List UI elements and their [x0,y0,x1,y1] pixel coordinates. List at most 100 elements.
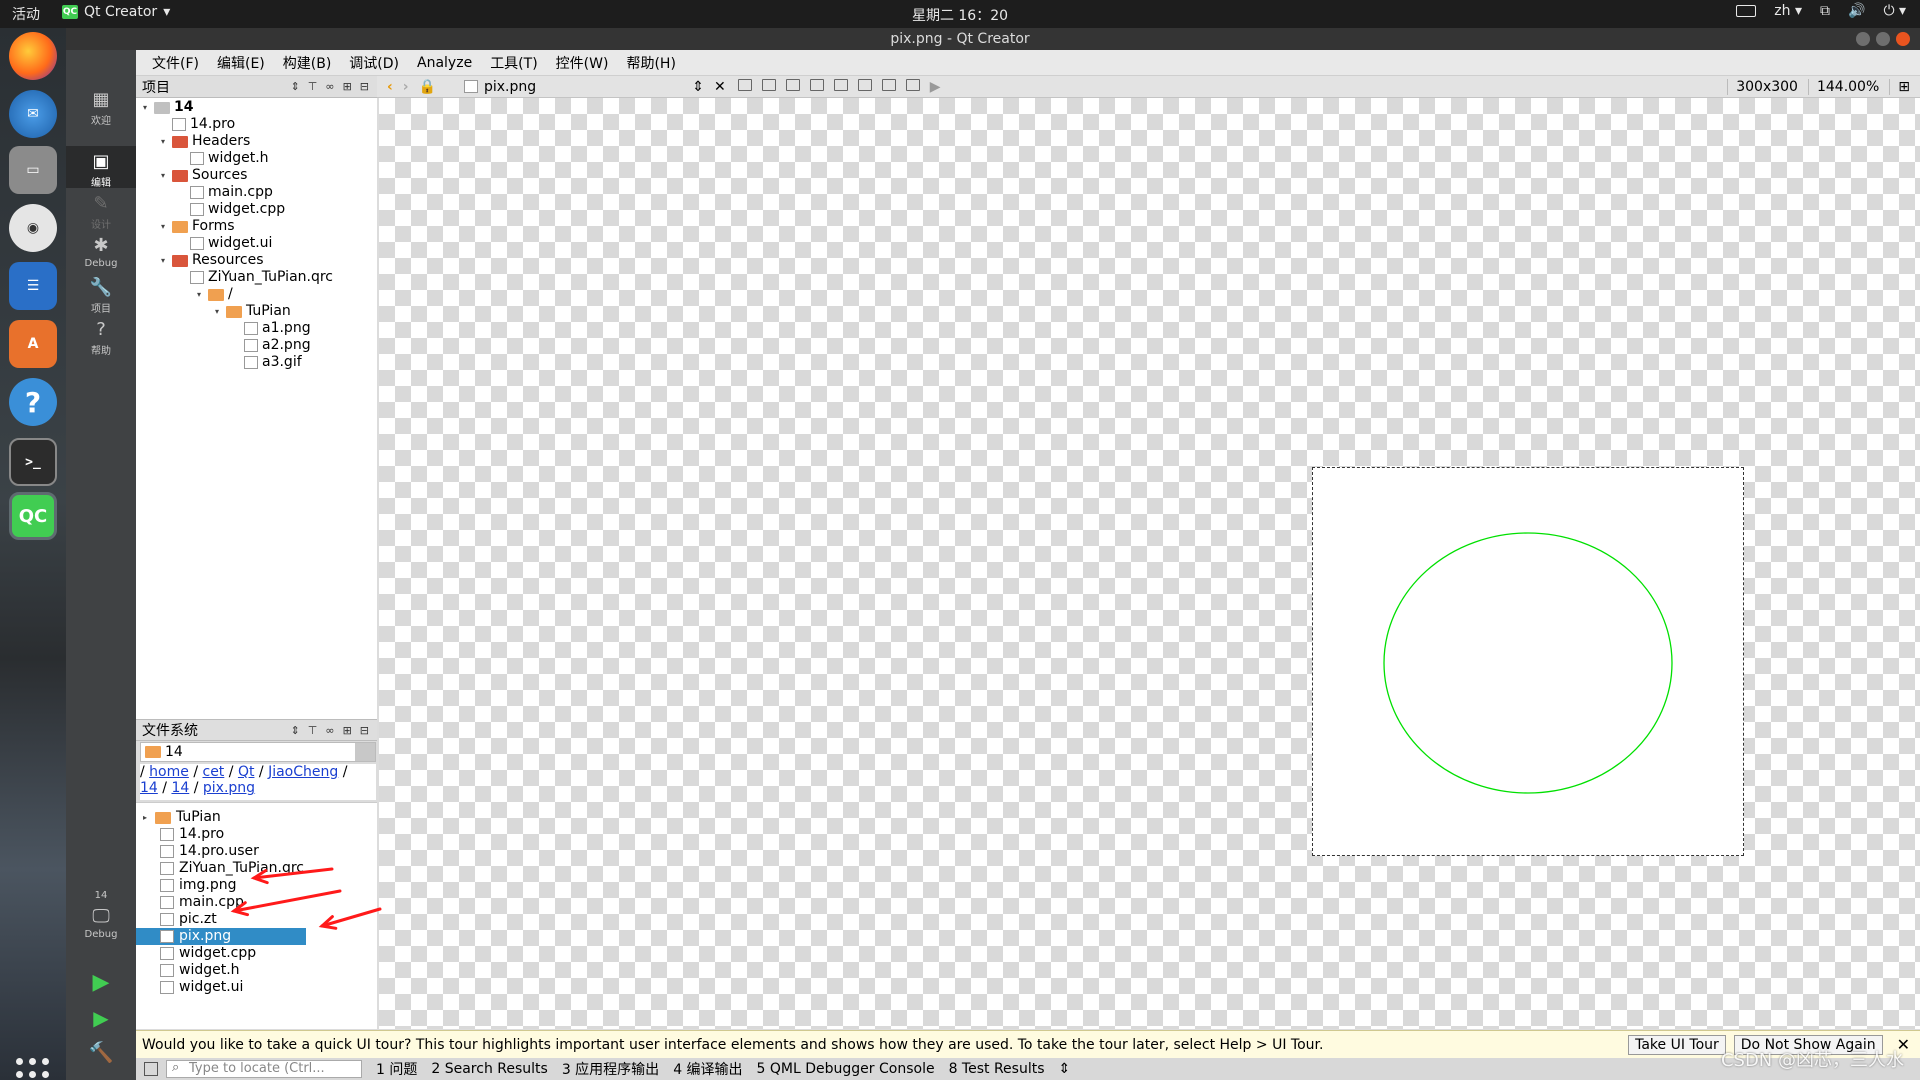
output-pane-qml-console[interactable]: 5 QML Debugger Console [757,1061,935,1077]
filesystem-pane-title[interactable]: 文件系统 [142,720,198,740]
tree-item[interactable]: ▾ 14 [140,99,194,116]
mode-help[interactable]: ? 帮助 [66,314,136,357]
outline-icon[interactable] [809,78,824,91]
export-icon[interactable] [737,78,752,91]
breadcrumb-link[interactable]: cet [203,764,225,780]
keyboard-icon[interactable] [1736,5,1757,17]
menu-tools[interactable]: 工具(T) [488,51,539,75]
menu-widgets[interactable]: 控件(W) [554,51,611,75]
open-documents-combo[interactable]: pix.png ⇕ [464,79,704,95]
split-icon[interactable]: ⊞ [343,80,352,93]
fs-item[interactable]: main.cpp [136,894,377,911]
fs-item[interactable]: widget.h [136,962,377,979]
output-pane-issues[interactable]: 1 问题 [376,1059,417,1079]
expand-arrow-icon[interactable]: ▾ [140,99,150,116]
mode-debug[interactable]: ✱ Debug [66,230,136,272]
take-ui-tour-button[interactable]: Take UI Tour [1628,1034,1726,1055]
output-pane-compile[interactable]: 4 编译输出 [673,1059,742,1079]
clock[interactable]: 星期二 16：20 [0,5,1920,25]
projects-pane-title[interactable]: 项目 [142,77,170,97]
expand-arrow-icon[interactable]: ▾ [212,303,222,320]
expand-arrow-icon[interactable]: ▾ [158,218,168,235]
fs-item[interactable]: widget.cpp [136,945,377,962]
expand-arrow-icon[interactable]: ▾ [158,133,168,150]
go-forward-icon[interactable]: › [403,79,409,95]
input-method[interactable]: zh ▾ [1774,3,1802,19]
tree-item[interactable]: a2.png [230,337,311,354]
combo-button[interactable] [355,743,375,761]
toggle-sidebar-icon[interactable] [144,1062,158,1076]
fs-item[interactable]: img.png [136,877,377,894]
split-editor-icon[interactable]: ⊞ [1889,78,1910,95]
fs-root-combo[interactable]: 14 [140,742,376,762]
expand-arrow-icon[interactable]: ▾ [158,252,168,269]
zoom-out-icon[interactable] [857,78,872,91]
files-icon[interactable]: ▭ [9,146,57,194]
link-icon[interactable]: ∞ [325,724,334,737]
fs-item[interactable]: pix.png [136,928,306,945]
help-icon[interactable]: ? [9,378,57,426]
app-menu[interactable]: QC Qt Creator ▾ [62,4,170,20]
filter-icon[interactable]: ⊤ [308,80,318,93]
tree-item[interactable]: ZiYuan_TuPian.qrc [176,269,333,286]
breadcrumb-link[interactable]: 14 [171,780,189,796]
maximize-button[interactable] [1876,32,1890,46]
background-icon[interactable] [785,78,800,91]
network-icon[interactable]: ⧉ [1820,3,1830,19]
original-size-icon[interactable] [881,78,896,91]
menu-help[interactable]: 帮助(H) [624,51,677,75]
sort-icon[interactable]: ⇕ [291,80,300,93]
close-document-icon[interactable]: ✕ [714,79,726,95]
mode-design[interactable]: ✎ 设计 [66,188,136,231]
expand-arrow-icon[interactable]: ▾ [158,167,168,184]
breadcrumb-link[interactable]: Qt [238,764,255,780]
fs-item[interactable]: ▸ TuPian [136,809,377,826]
image-viewer[interactable] [379,98,1920,1029]
expand-arrow-icon[interactable]: ▾ [194,286,204,303]
tree-item[interactable]: 14.pro [158,116,235,133]
tree-item[interactable]: ▾ / [194,286,233,303]
tree-item[interactable]: ▾ TuPian [212,303,291,320]
fs-item[interactable]: 14.pro [136,826,377,843]
zoom-in-icon[interactable] [833,78,848,91]
tree-item[interactable]: widget.h [176,150,269,167]
link-icon[interactable]: ∞ [325,80,334,93]
tree-item[interactable]: ▾ Forms [158,218,235,235]
menu-file[interactable]: 文件(F) [150,51,201,75]
tree-item[interactable]: main.cpp [176,184,273,201]
menu-debug[interactable]: 调试(D) [347,51,401,75]
output-pane-search[interactable]: 2 Search Results [431,1061,547,1077]
software-store-icon[interactable]: A [9,320,57,368]
close-pane-icon[interactable]: ⊟ [360,724,369,737]
qt-creator-icon[interactable]: QC [9,492,57,540]
build-button[interactable]: 🔨 [66,1040,136,1080]
go-back-icon[interactable]: ‹ [387,79,393,95]
tree-item[interactable]: widget.cpp [176,201,285,218]
kit-selector[interactable]: 14 🖵 Debug [66,890,136,960]
thunderbird-icon[interactable]: ✉ [9,90,57,138]
tree-item[interactable]: a3.gif [230,354,302,371]
sort-icon[interactable]: ⇕ [291,724,300,737]
mode-projects[interactable]: 🔧 项目 [66,272,136,315]
menu-build[interactable]: 构建(B) [281,51,334,75]
breadcrumb-link[interactable]: JiaoCheng [268,764,338,780]
terminal-icon[interactable]: >_ [9,438,57,486]
play-animation-icon[interactable]: ▶ [930,79,941,95]
close-pane-icon[interactable]: ⊟ [360,80,369,93]
tree-item[interactable]: ▾ Headers [158,133,250,150]
export-multiple-icon[interactable] [761,78,776,91]
volume-icon[interactable]: 🔊 [1848,3,1865,19]
breadcrumb-link[interactable]: home [149,764,189,780]
system-tray[interactable]: zh ▾ ⧉ 🔊 ⏻ ▾ [1736,3,1906,19]
split-icon[interactable]: ⊞ [343,724,352,737]
tree-item[interactable]: ▾ Sources [158,167,247,184]
tree-item[interactable]: ▾ Resources [158,252,264,269]
fs-item[interactable]: ZiYuan_TuPian.qrc [136,860,377,877]
locator-input[interactable]: Type to locate (Ctrl... [166,1060,362,1078]
show-applications-icon[interactable] [16,1058,50,1080]
expand-arrow-icon[interactable]: ▸ [140,809,150,826]
fs-item[interactable]: widget.ui [136,979,377,996]
firefox-icon[interactable] [9,32,57,80]
fs-item[interactable]: 14.pro.user [136,843,377,860]
writer-icon[interactable]: ☰ [9,262,57,310]
